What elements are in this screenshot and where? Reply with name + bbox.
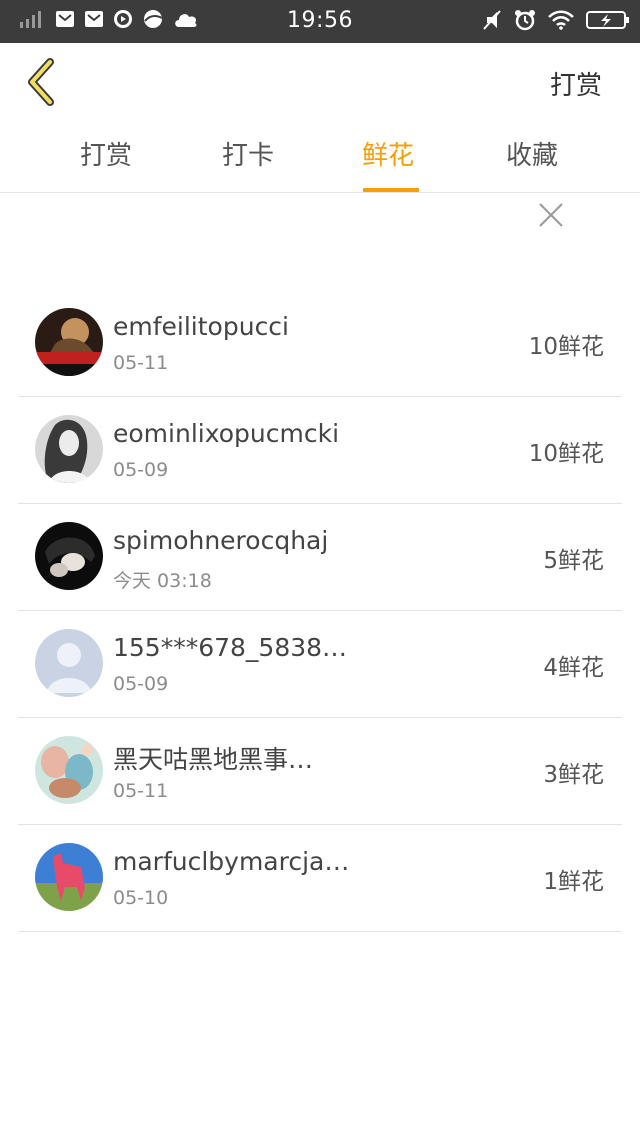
user-name: spimohnerocqhaj	[113, 526, 329, 555]
flower-count: 3鲜花	[543, 762, 604, 788]
avatar	[35, 736, 103, 804]
back-button[interactable]	[22, 57, 62, 107]
list-item[interactable]: 155***678_5838… 05-09 4鲜花	[18, 611, 622, 718]
avatar	[35, 629, 103, 697]
tab-favorites[interactable]: 收藏	[472, 135, 592, 191]
item-date: 今天 03:18	[113, 570, 212, 592]
close-button[interactable]	[538, 202, 564, 228]
list-item[interactable]: emfeilitopucci 05-11 10鲜花	[18, 290, 622, 397]
status-bar-right	[482, 9, 630, 31]
wifi-icon	[548, 10, 574, 30]
tab-reward[interactable]: 打赏	[46, 135, 166, 191]
user-name: 黑天咕黑地黑事…	[113, 745, 314, 774]
tab-checkin[interactable]: 打卡	[188, 135, 308, 191]
tab-label: 鲜花	[361, 141, 414, 171]
user-name: emfeilitopucci	[113, 312, 290, 341]
close-icon	[539, 203, 563, 227]
status-bar: 19:56	[0, 0, 640, 43]
list-item[interactable]: 黑天咕黑地黑事… 05-11 3鲜花	[18, 718, 622, 825]
list-item[interactable]: marfuclbymarcja… 05-10 1鲜花	[18, 825, 622, 932]
tab-bar: 打赏 打卡 鲜花 收藏	[0, 123, 640, 193]
item-date: 05-11	[113, 352, 169, 374]
flower-count: 10鲜花	[528, 334, 604, 360]
avatar	[35, 308, 103, 376]
item-date: 05-09	[113, 459, 169, 481]
avatar	[35, 843, 103, 911]
user-name: eominlixopucmcki	[113, 419, 340, 448]
mute-icon	[483, 10, 501, 30]
item-date: 05-11	[113, 780, 169, 802]
flower-count: 5鲜花	[543, 548, 604, 574]
list-item[interactable]: eominlixopucmcki 05-09 10鲜花	[18, 397, 622, 504]
tab-label: 打卡	[221, 141, 274, 171]
avatar	[35, 522, 103, 590]
user-name: marfuclbymarcja…	[113, 847, 350, 876]
flower-list: emfeilitopucci 05-11 10鲜花 eominlixopucmc…	[18, 290, 622, 932]
flower-count: 10鲜花	[528, 441, 604, 467]
avatar	[35, 415, 103, 483]
item-date: 05-09	[113, 673, 169, 695]
chevron-left-icon	[28, 58, 54, 106]
alarm-icon	[515, 10, 535, 31]
tab-label: 收藏	[505, 141, 558, 171]
tab-indicator	[363, 188, 419, 192]
flower-count: 1鲜花	[543, 869, 604, 895]
header: 打赏	[0, 43, 640, 123]
user-name: 155***678_5838…	[113, 633, 348, 662]
battery-icon	[586, 11, 629, 29]
tab-flowers[interactable]: 鲜花	[328, 135, 448, 192]
list-item[interactable]: spimohnerocqhaj 今天 03:18 5鲜花	[18, 504, 622, 611]
flower-count: 4鲜花	[543, 655, 604, 681]
header-reward-button[interactable]: 打赏	[550, 65, 602, 102]
item-date: 05-10	[113, 887, 169, 909]
tab-label: 打赏	[79, 141, 132, 171]
